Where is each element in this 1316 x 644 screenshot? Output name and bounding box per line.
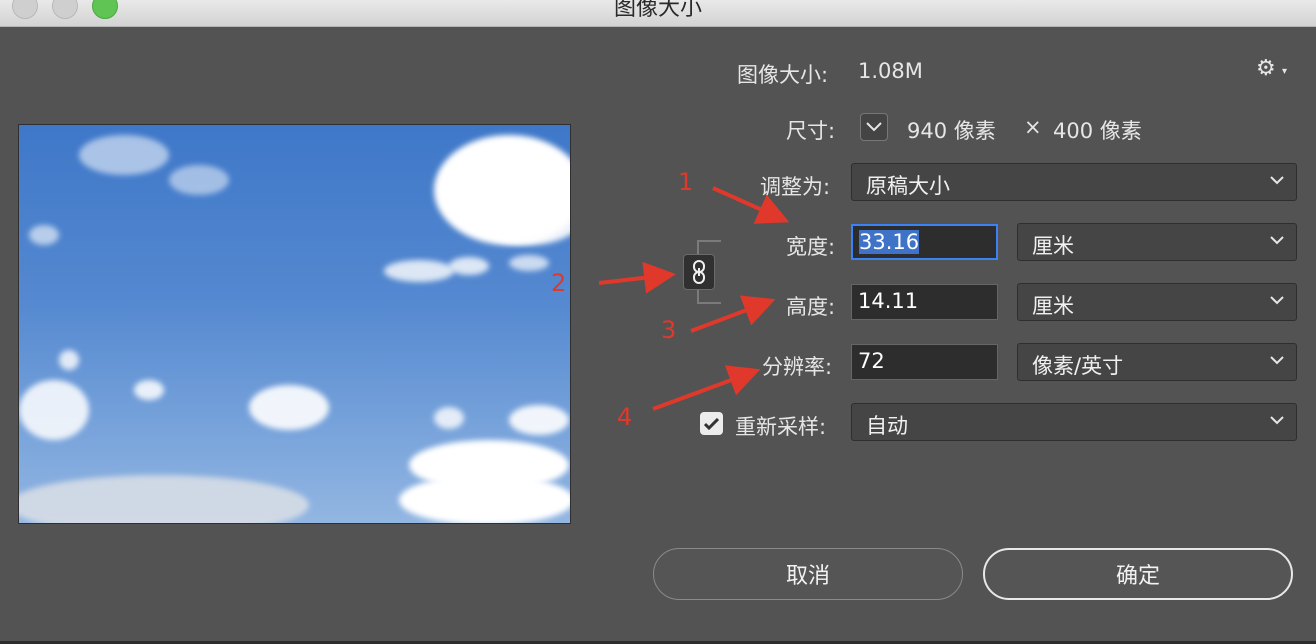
annotation-arrow-3 xyxy=(690,295,776,333)
annotation-arrow-2 xyxy=(598,261,676,294)
annotation-arrow-1 xyxy=(712,186,790,224)
annotation-arrows xyxy=(598,186,790,411)
annotation-arrow-4 xyxy=(652,365,761,411)
